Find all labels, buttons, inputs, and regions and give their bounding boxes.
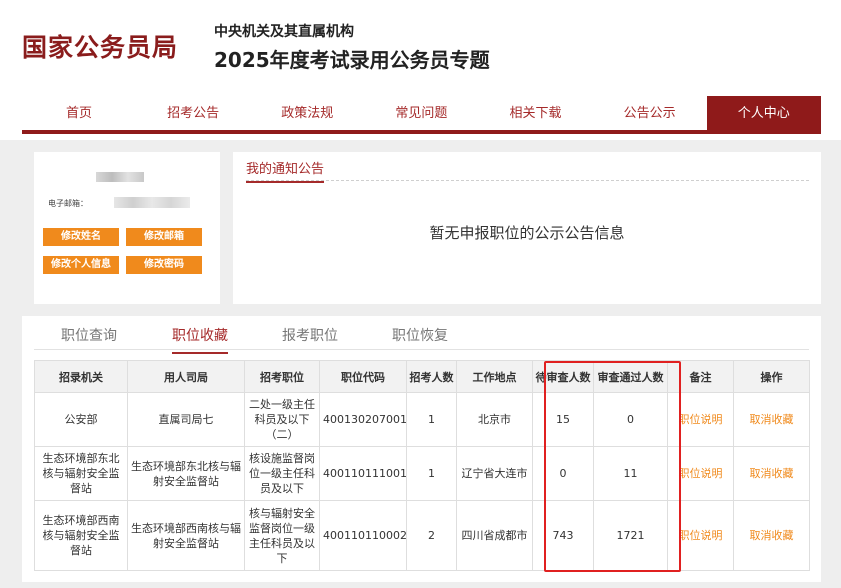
table-cell: 二处一级主任科员及以下（二） bbox=[244, 392, 320, 447]
divider bbox=[246, 180, 809, 181]
table-cell: 400130207001 bbox=[319, 392, 407, 447]
table-cell: 11 bbox=[593, 446, 668, 501]
column-header: 招考职位 bbox=[244, 360, 320, 393]
edit-name-button[interactable]: 修改姓名 bbox=[43, 228, 119, 246]
table-cell: 0 bbox=[532, 446, 594, 501]
site-logo[interactable]: 国家公务员局 bbox=[22, 28, 178, 64]
table-cell: 直属司局七 bbox=[127, 392, 245, 447]
nav-item-public-notices[interactable]: 公告公示 bbox=[593, 96, 707, 130]
remove-favorite-link[interactable]: 取消收藏 bbox=[733, 500, 810, 571]
table-cell: 生态环境部西南核与辐射安全监督站 bbox=[34, 500, 128, 571]
column-header: 工作地点 bbox=[456, 360, 533, 393]
table-cell: 核与辐射安全监督岗位一级主任科员及以下 bbox=[244, 500, 320, 571]
table-cell: 1 bbox=[406, 392, 457, 447]
table-cell: 生态环境部东北核与辐射安全监督站 bbox=[34, 446, 128, 501]
table-cell: 核设施监督岗位一级主任科员及以下 bbox=[244, 446, 320, 501]
column-header: 备注 bbox=[667, 360, 734, 393]
tab-position-restore[interactable]: 职位恢复 bbox=[392, 325, 448, 345]
nav-item-home[interactable]: 首页 bbox=[22, 96, 136, 130]
position-description-link[interactable]: 职位说明 bbox=[667, 500, 734, 571]
tab-applied-positions[interactable]: 报考职位 bbox=[282, 325, 338, 345]
edit-personal-info-button[interactable]: 修改个人信息 bbox=[43, 256, 119, 274]
table-cell: 公安部 bbox=[34, 392, 128, 447]
table-cell: 2 bbox=[406, 500, 457, 571]
tab-position-favorites[interactable]: 职位收藏 bbox=[172, 325, 228, 354]
nav-item-downloads[interactable]: 相关下载 bbox=[479, 96, 593, 130]
nav-item-personal-center[interactable]: 个人中心 bbox=[706, 96, 821, 130]
position-tabs: 职位查询 职位收藏 报考职位 职位恢复 bbox=[34, 316, 809, 354]
nav-item-announcements[interactable]: 招考公告 bbox=[136, 96, 250, 130]
favorites-table: 招录机关 用人司局 招考职位 职位代码 招考人数 工作地点 待审查人数 审查通过… bbox=[34, 360, 810, 571]
profile-card: 电子邮箱： 修改姓名 修改邮箱 修改个人信息 修改密码 bbox=[34, 152, 220, 304]
table-cell: 400110111001 bbox=[319, 446, 407, 501]
table-row: 生态环境部西南核与辐射安全监督站 生态环境部西南核与辐射安全监督站 核与辐射安全… bbox=[34, 500, 810, 571]
table-cell: 1721 bbox=[593, 500, 668, 571]
column-header: 待审查人数 bbox=[532, 360, 594, 393]
table-cell: 15 bbox=[532, 392, 594, 447]
column-header: 用人司局 bbox=[127, 360, 245, 393]
tab-position-search[interactable]: 职位查询 bbox=[61, 325, 117, 345]
position-description-link[interactable]: 职位说明 bbox=[667, 446, 734, 501]
table-row: 公安部 直属司局七 二处一级主任科员及以下（二） 400130207001 1 … bbox=[34, 392, 810, 447]
email-label: 电子邮箱： bbox=[48, 199, 88, 208]
column-header: 招考人数 bbox=[406, 360, 457, 393]
column-header: 操作 bbox=[733, 360, 810, 393]
table-cell: 生态环境部西南核与辐射安全监督站 bbox=[127, 500, 245, 571]
site-header: 国家公务员局 中央机关及其直属机构 2025年度考试录用公务员专题 bbox=[0, 0, 841, 96]
remove-favorite-link[interactable]: 取消收藏 bbox=[733, 392, 810, 447]
table-cell: 743 bbox=[532, 500, 594, 571]
remove-favorite-link[interactable]: 取消收藏 bbox=[733, 446, 810, 501]
header-subtitle: 中央机关及其直属机构 bbox=[214, 24, 354, 40]
edit-password-button[interactable]: 修改密码 bbox=[126, 256, 202, 274]
nav-item-policies[interactable]: 政策法规 bbox=[250, 96, 364, 130]
table-cell: 生态环境部东北核与辐射安全监督站 bbox=[127, 446, 245, 501]
table-header-row: 招录机关 用人司局 招考职位 职位代码 招考人数 工作地点 待审查人数 审查通过… bbox=[34, 360, 810, 393]
main-nav: 首页 招考公告 政策法规 常见问题 相关下载 公告公示 个人中心 bbox=[22, 96, 821, 134]
table-cell: 北京市 bbox=[456, 392, 533, 447]
edit-email-button[interactable]: 修改邮箱 bbox=[126, 228, 202, 246]
username-redacted bbox=[96, 172, 144, 182]
column-header: 审查通过人数 bbox=[593, 360, 668, 393]
nav-item-faq[interactable]: 常见问题 bbox=[364, 96, 478, 130]
table-row: 生态环境部东北核与辐射安全监督站 生态环境部东北核与辐射安全监督站 核设施监督岗… bbox=[34, 446, 810, 501]
table-cell: 四川省成都市 bbox=[456, 500, 533, 571]
table-cell: 辽宁省大连市 bbox=[456, 446, 533, 501]
positions-panel: 职位查询 职位收藏 报考职位 职位恢复 招录机关 用人司局 招考职位 职位代码 … bbox=[22, 316, 821, 582]
table-cell: 400110110002 bbox=[319, 500, 407, 571]
table-cell: 0 bbox=[593, 392, 668, 447]
column-header: 职位代码 bbox=[319, 360, 407, 393]
table-cell: 1 bbox=[406, 446, 457, 501]
email-redacted bbox=[114, 197, 190, 208]
position-description-link[interactable]: 职位说明 bbox=[667, 392, 734, 447]
notice-panel: 我的通知公告 暂无申报职位的公示公告信息 bbox=[233, 152, 821, 304]
notice-empty-message: 暂无申报职位的公示公告信息 bbox=[429, 224, 625, 242]
header-title: 2025年度考试录用公务员专题 bbox=[214, 48, 490, 72]
column-header: 招录机关 bbox=[34, 360, 128, 393]
